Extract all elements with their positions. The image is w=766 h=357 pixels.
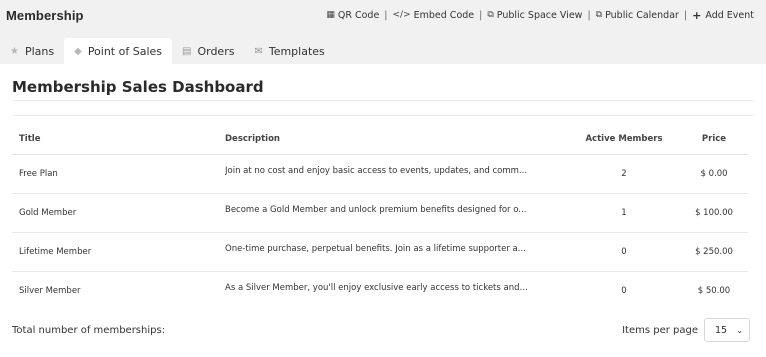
cell-description: As a Silver Member, you'll enjoy exclusi… — [218, 271, 568, 310]
header-actions: ▦ QR Code | </> Embed Code | ⧉ Public Sp… — [326, 9, 754, 22]
cell-title: Free Plan — [12, 154, 218, 194]
separator: | — [587, 9, 591, 21]
column-header-description[interactable]: Description — [218, 124, 568, 155]
separator: | — [384, 9, 388, 21]
cell-price: $ 100.00 — [680, 193, 748, 233]
sales-dashboard-panel: Membership Sales Dashboard Title Descrip… — [0, 64, 766, 357]
external-link-icon: ⧉ — [595, 10, 603, 20]
memberships-table: Title Description Active Members Price F… — [12, 124, 748, 310]
diamond-icon: ◆ — [74, 45, 82, 57]
cell-title: Silver Member — [19, 285, 81, 296]
code-icon: </> — [392, 10, 411, 20]
cell-price: $ 250.00 — [680, 232, 748, 272]
column-header-title[interactable]: Title — [12, 124, 218, 155]
column-header-active-members[interactable]: Active Members — [568, 124, 680, 155]
cell-title: Lifetime Member — [12, 232, 218, 272]
cell-price: $ 0.00 — [680, 154, 748, 194]
column-header-price[interactable]: Price — [680, 124, 748, 155]
description-text: Join at no cost and enjoy basic access t… — [225, 165, 528, 176]
embed-code-label: Embed Code — [413, 9, 475, 21]
qr-code-link[interactable]: ▦ QR Code — [326, 10, 379, 21]
app-title: Membership — [6, 7, 84, 23]
description-text: As a Silver Member, you'll enjoy exclusi… — [225, 282, 529, 293]
table-row[interactable]: Gold Member Become a Gold Member and unl… — [12, 193, 748, 233]
pagination-controls: Items per page 15 ⌄ — [622, 318, 750, 342]
total-memberships-label: Total number of memberships: — [12, 325, 166, 336]
public-calendar-label: Public Calendar — [605, 9, 679, 21]
divider — [12, 115, 754, 116]
star-icon: ★ — [10, 45, 19, 57]
external-link-icon: ⧉ — [487, 10, 494, 20]
cell-description: Become a Gold Member and unlock premium … — [218, 193, 568, 233]
cell-active-members: 0 — [621, 285, 627, 296]
cell-active-members: 0 — [568, 232, 680, 272]
embed-code-link[interactable]: </> Embed Code — [393, 10, 475, 21]
table-header-row: Title Description Active Members Price — [12, 124, 748, 155]
tab-label: Plans — [24, 44, 55, 58]
cell-description: One-time purchase, perpetual benefits. J… — [218, 232, 568, 272]
table-row[interactable]: Lifetime Member One-time purchase, perpe… — [12, 232, 748, 272]
top-bar: Membership ▦ QR Code | </> Embed Code | … — [0, 0, 766, 30]
tab-templates[interactable]: ✉ Templates — [244, 38, 334, 64]
page-title: Membership Sales Dashboard — [12, 78, 264, 96]
tab-label: Templates — [268, 44, 325, 58]
tab-orders[interactable]: ▤ Orders — [172, 38, 244, 64]
cell-active-members: 1 — [568, 193, 680, 233]
description-text: Become a Gold Member and unlock premium … — [225, 204, 527, 215]
tab-point-of-sales[interactable]: ◆ Point of Sales — [64, 38, 172, 64]
items-per-page-label: Items per page — [622, 324, 698, 336]
tab-label: Orders — [197, 44, 235, 58]
add-event-button[interactable]: + Add Event — [692, 9, 754, 22]
public-space-view-link[interactable]: ⧉ Public Space View — [487, 10, 582, 21]
items-per-page-select[interactable]: 15 ⌄ — [704, 318, 750, 342]
envelope-icon: ✉ — [254, 45, 263, 57]
tab-bar: ★ Plans ◆ Point of Sales ▤ Orders ✉ Temp… — [0, 38, 766, 64]
description-text: One-time purchase, perpetual benefits. J… — [225, 243, 526, 254]
cell-active-members: 2 — [568, 154, 680, 194]
cell-price: $ 50.00 — [697, 285, 731, 296]
add-event-label: Add Event — [705, 9, 754, 21]
divider — [12, 100, 754, 101]
tab-plans[interactable]: ★ Plans — [0, 38, 64, 64]
public-space-view-label: Public Space View — [496, 9, 583, 21]
chevron-down-icon: ⌄ — [736, 325, 743, 335]
separator: | — [479, 9, 483, 21]
table-row[interactable]: Silver Member As a Silver Member, you'll… — [12, 271, 748, 310]
separator: | — [683, 9, 688, 21]
plus-icon: + — [692, 8, 702, 22]
cell-description: Join at no cost and enjoy basic access t… — [218, 154, 568, 194]
cell-title: Gold Member — [12, 193, 218, 233]
table-row[interactable]: Free Plan Join at no cost and enjoy basi… — [12, 154, 748, 194]
qr-code-label: QR Code — [337, 9, 380, 21]
qr-code-icon: ▦ — [326, 10, 335, 20]
items-per-page-value: 15 — [715, 324, 728, 336]
document-icon: ▤ — [182, 45, 192, 57]
tab-label: Point of Sales — [87, 44, 162, 58]
public-calendar-link[interactable]: ⧉ Public Calendar — [596, 10, 679, 21]
